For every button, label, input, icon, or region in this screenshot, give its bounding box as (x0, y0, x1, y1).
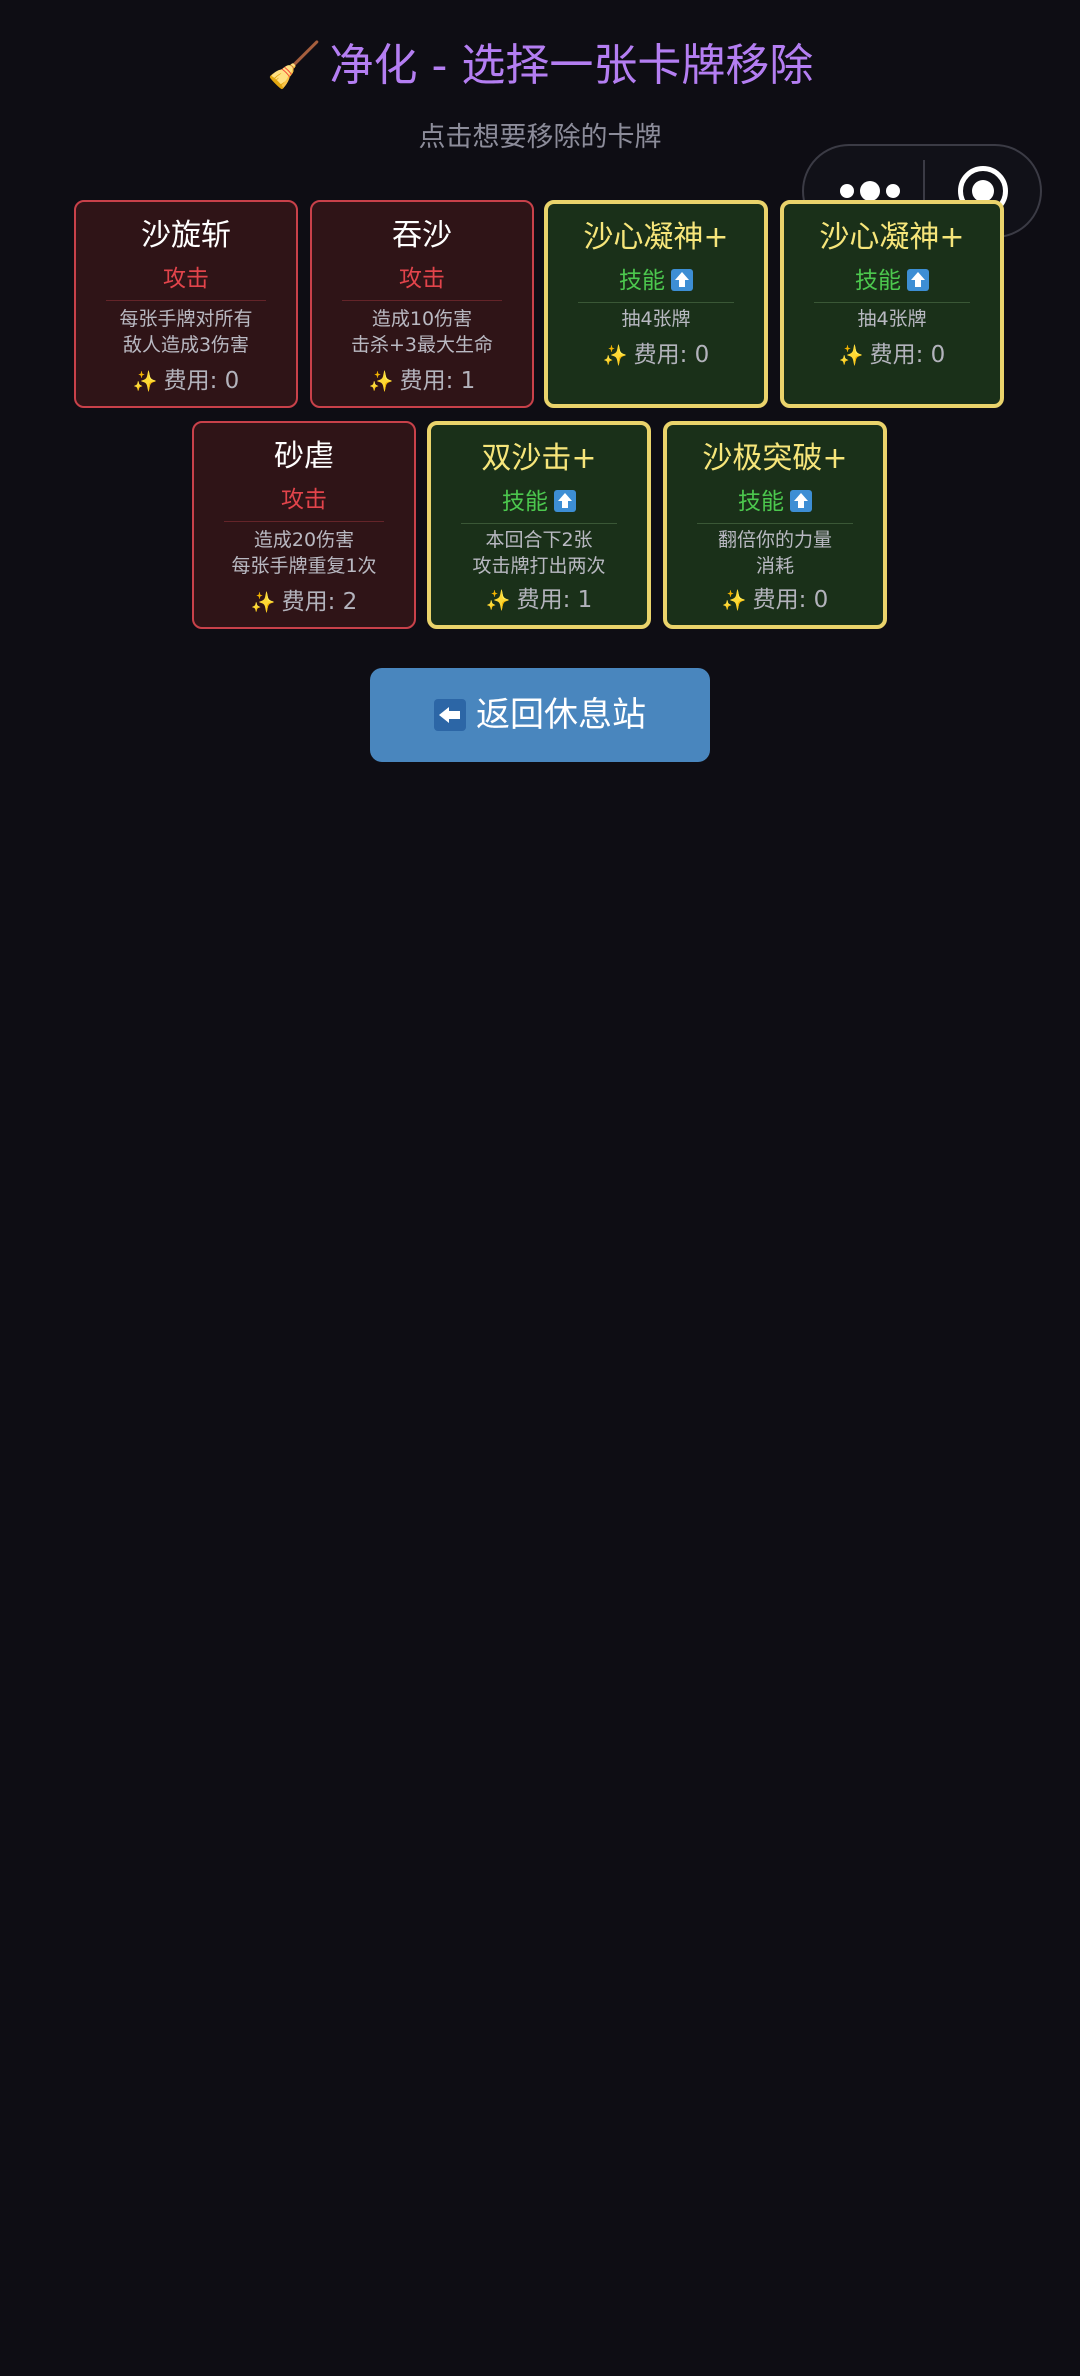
card-desc-line: 造成20伤害 (253, 529, 355, 551)
purify-screen: 🧹 净化 - 选择一张卡牌移除 点击想要移除的卡牌 沙旋斩 攻击 每张手牌对所有 … (0, 0, 1080, 2376)
card-2[interactable]: 沙心凝神+ 技能 抽4张牌 ✨ 费用: 0 (544, 200, 768, 408)
sparkle-icon: ✨ (368, 369, 394, 393)
card-type-label: 技能 (619, 268, 665, 294)
sparkle-icon: ✨ (485, 588, 511, 612)
card-1[interactable]: 吞沙 攻击 造成10伤害 击杀+3最大生命 ✨ 费用: 1 (310, 200, 534, 408)
upgrade-arrow-icon (671, 269, 693, 291)
card-description: 造成20伤害 每张手牌重复1次 (200, 527, 408, 579)
card-description: 每张手牌对所有 敌人造成3伤害 (82, 306, 290, 358)
card-cost: ✨ 费用: 2 (194, 587, 414, 617)
card-desc-line: 攻击牌打出两次 (472, 555, 606, 577)
broom-icon: 🧹 (266, 40, 322, 91)
card-divider (461, 523, 617, 524)
card-description: 造成10伤害 击杀+3最大生命 (318, 306, 526, 358)
card-desc-line: 本回合下2张 (485, 529, 593, 551)
card-desc-line: 每张手牌重复1次 (231, 555, 377, 577)
card-cost: ✨ 费用: 0 (76, 366, 296, 396)
card-type-label: 技能 (855, 268, 901, 294)
card-cost: ✨ 费用: 1 (431, 585, 647, 615)
card-description: 抽4张牌 (790, 306, 994, 332)
card-divider (224, 521, 384, 522)
card-5[interactable]: 双沙击+ 技能 本回合下2张 攻击牌打出两次 ✨ 费用: 1 (427, 421, 651, 629)
card-desc-line: 抽4张牌 (621, 308, 691, 330)
card-desc-line: 翻倍你的力量 (717, 529, 832, 551)
card-cost-label: 费用: 1 (399, 368, 476, 394)
card-description: 翻倍你的力量 消耗 (673, 527, 877, 579)
card-name: 沙心凝神+ (583, 220, 729, 255)
card-type-label: 技能 (738, 489, 784, 515)
card-6[interactable]: 沙极突破+ 技能 翻倍你的力量 消耗 ✨ 费用: 0 (663, 421, 887, 629)
sparkle-icon: ✨ (132, 369, 158, 393)
card-type: 技能 (548, 266, 764, 296)
card-name: 砂虐 (274, 439, 334, 474)
card-3[interactable]: 沙心凝神+ 技能 抽4张牌 ✨ 费用: 0 (780, 200, 1004, 408)
card-type-label: 技能 (502, 489, 548, 515)
card-desc-line: 每张手牌对所有 (119, 308, 253, 330)
sparkle-icon: ✨ (250, 590, 276, 614)
card-cost: ✨ 费用: 0 (784, 340, 1000, 370)
sparkle-icon: ✨ (721, 588, 747, 612)
card-divider (578, 302, 734, 303)
sparkle-icon: ✨ (602, 343, 628, 367)
card-type: 技能 (667, 487, 883, 517)
return-label: 返回休息站 (476, 695, 646, 735)
upgrade-arrow-icon (907, 269, 929, 291)
card-cost-label: 费用: 2 (281, 589, 358, 615)
card-desc-line: 造成10伤害 (371, 308, 473, 330)
card-name: 沙极突破+ (702, 441, 848, 476)
card-desc-line: 消耗 (755, 555, 794, 577)
card-name: 双沙击+ (481, 441, 597, 476)
card-cost-label: 费用: 1 (516, 587, 593, 613)
card-cost-label: 费用: 0 (163, 368, 240, 394)
card-type: 攻击 (163, 266, 209, 292)
card-desc-line: 敌人造成3伤害 (122, 334, 250, 356)
card-desc-line: 抽4张牌 (857, 308, 927, 330)
return-to-rest-button[interactable]: 返回休息站 (370, 668, 710, 762)
card-divider (697, 523, 853, 524)
card-cost-label: 费用: 0 (869, 342, 946, 368)
card-type: 技能 (431, 487, 647, 517)
card-cost-label: 费用: 0 (752, 587, 829, 613)
sparkle-icon: ✨ (838, 343, 864, 367)
card-0[interactable]: 沙旋斩 攻击 每张手牌对所有 敌人造成3伤害 ✨ 费用: 0 (74, 200, 298, 408)
back-arrow-icon (434, 699, 466, 731)
card-description: 抽4张牌 (554, 306, 758, 332)
card-desc-line: 击杀+3最大生命 (350, 334, 493, 356)
page-title: 🧹 净化 - 选择一张卡牌移除 (0, 36, 1080, 96)
card-cost: ✨ 费用: 1 (312, 366, 532, 396)
title-text: 净化 - 选择一张卡牌移除 (329, 40, 814, 91)
card-type: 技能 (784, 266, 1000, 296)
card-cost: ✨ 费用: 0 (667, 585, 883, 615)
card-4[interactable]: 砂虐 攻击 造成20伤害 每张手牌重复1次 ✨ 费用: 2 (192, 421, 416, 629)
card-type: 攻击 (281, 487, 327, 513)
upgrade-arrow-icon (790, 490, 812, 512)
card-divider (342, 300, 502, 301)
card-name: 沙旋斩 (141, 218, 231, 253)
card-description: 本回合下2张 攻击牌打出两次 (437, 527, 641, 579)
card-divider (814, 302, 970, 303)
card-type: 攻击 (399, 266, 445, 292)
card-cost-label: 费用: 0 (633, 342, 710, 368)
card-name: 吞沙 (392, 218, 452, 253)
upgrade-arrow-icon (554, 490, 576, 512)
card-name: 沙心凝神+ (819, 220, 965, 255)
card-cost: ✨ 费用: 0 (548, 340, 764, 370)
card-divider (106, 300, 266, 301)
